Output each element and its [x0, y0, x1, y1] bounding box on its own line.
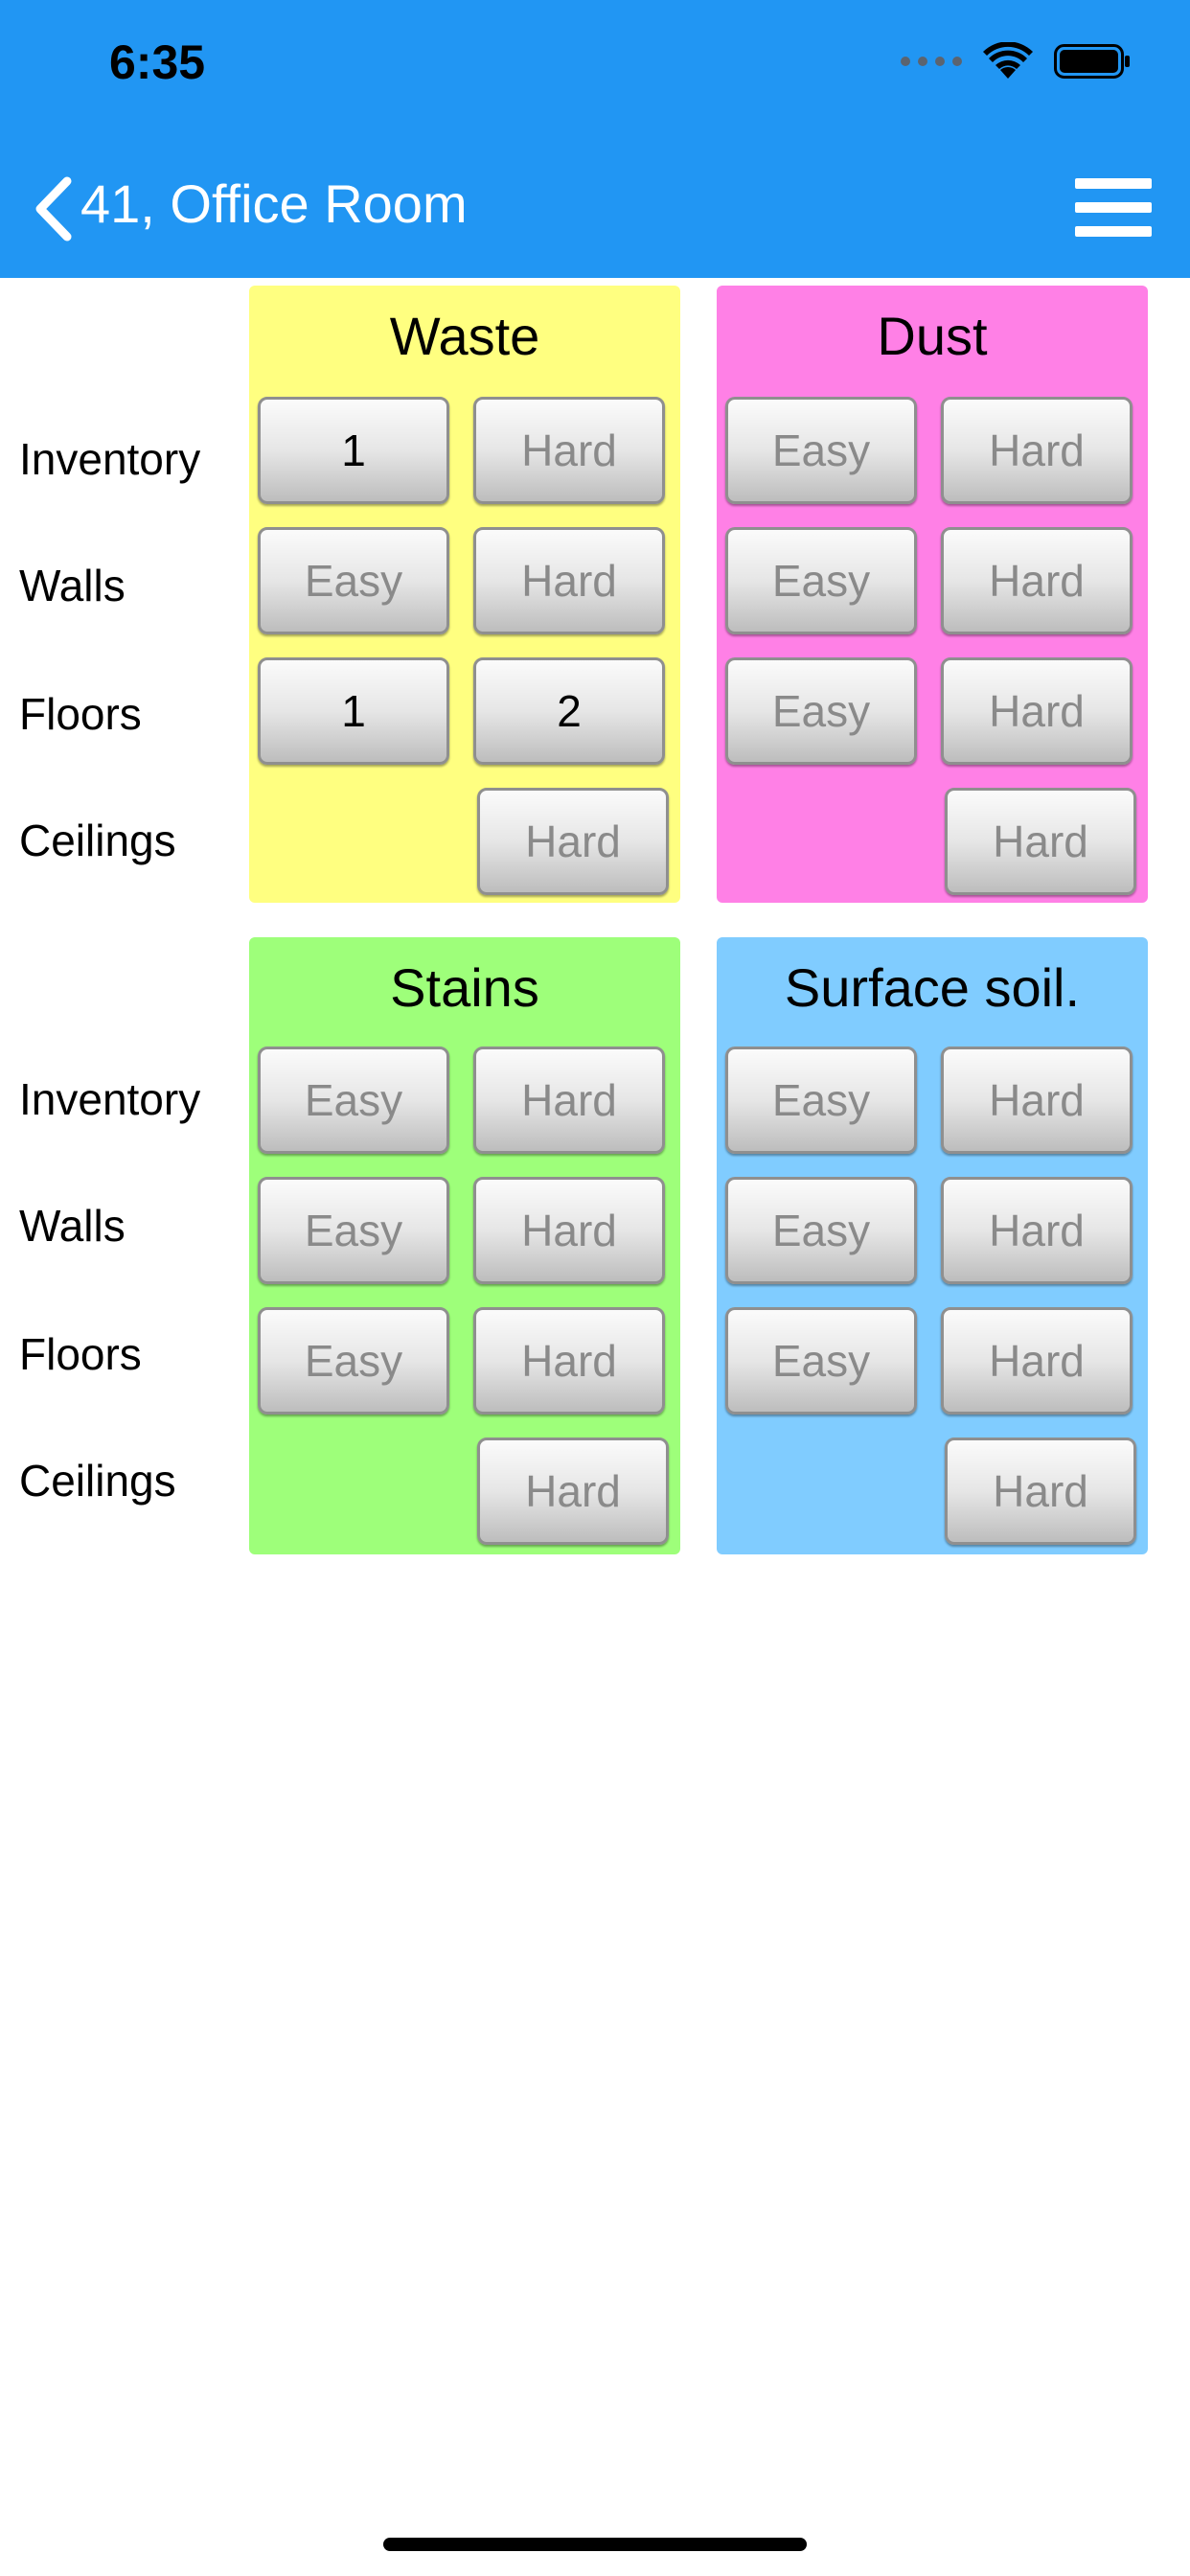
panel-title: Waste — [389, 306, 540, 366]
dust-walls-easy-button[interactable]: Easy — [725, 527, 917, 634]
stains-inventory-easy-button[interactable]: Easy — [258, 1046, 449, 1154]
panel-stains: Stains Easy Hard Easy Hard Easy Hard Har… — [249, 937, 680, 1554]
dust-walls-hard-button[interactable]: Hard — [941, 527, 1133, 634]
app-screen: 6:35 41, Office Room Inventory Walls Flo… — [0, 0, 1190, 2576]
waste-floors-hard-button[interactable]: 2 — [473, 657, 665, 765]
waste-ceilings-hard-button[interactable]: Hard — [477, 788, 669, 895]
stains-inventory-hard-button[interactable]: Hard — [473, 1046, 665, 1154]
panel-dust: Dust Easy Hard Easy Hard Easy Hard Hard — [717, 286, 1148, 903]
dust-floors-hard-button[interactable]: Hard — [941, 657, 1133, 765]
stains-floors-hard-button[interactable]: Hard — [473, 1307, 665, 1414]
dust-floors-easy-button[interactable]: Easy — [725, 657, 917, 765]
surface-soil-floors-hard-button[interactable]: Hard — [941, 1307, 1133, 1414]
surface-soil-inventory-easy-button[interactable]: Easy — [725, 1046, 917, 1154]
battery-icon — [1054, 44, 1130, 79]
panel-waste: Waste 1 Hard Easy Hard 1 2 Hard — [249, 286, 680, 903]
chevron-left-icon — [35, 176, 72, 242]
surface-soil-ceilings-hard-button[interactable]: Hard — [945, 1438, 1136, 1545]
panel-title: Surface soil. — [784, 957, 1081, 1018]
dust-inventory-hard-button[interactable]: Hard — [941, 397, 1133, 504]
surface-soil-walls-hard-button[interactable]: Hard — [941, 1177, 1133, 1284]
menu-button[interactable] — [1075, 178, 1152, 238]
stains-walls-hard-button[interactable]: Hard — [473, 1177, 665, 1284]
panel-title: Dust — [877, 306, 988, 366]
stains-floors-easy-button[interactable]: Easy — [258, 1307, 449, 1414]
panel-surface-soil: Surface soil. Easy Hard Easy Hard Easy H… — [717, 937, 1148, 1554]
waste-inventory-easy-button[interactable]: 1 — [258, 397, 449, 504]
stains-walls-easy-button[interactable]: Easy — [258, 1177, 449, 1284]
stains-ceilings-hard-button[interactable]: Hard — [477, 1438, 669, 1545]
status-time: 6:35 — [109, 35, 206, 89]
home-indicator[interactable] — [383, 2538, 807, 2551]
back-button[interactable] — [25, 171, 82, 247]
row-label-ceilings: Ceilings — [19, 1456, 176, 1506]
page-title: 41, Office Room — [80, 173, 468, 234]
row-label-inventory: Inventory — [19, 434, 201, 484]
surface-soil-walls-easy-button[interactable]: Easy — [725, 1177, 917, 1284]
header-bar: 6:35 41, Office Room — [0, 0, 1190, 278]
hamburger-icon — [1075, 178, 1152, 189]
dust-inventory-easy-button[interactable]: Easy — [725, 397, 917, 504]
dust-ceilings-hard-button[interactable]: Hard — [945, 788, 1136, 895]
waste-inventory-hard-button[interactable]: Hard — [473, 397, 665, 504]
waste-floors-easy-button[interactable]: 1 — [258, 657, 449, 765]
surface-soil-floors-easy-button[interactable]: Easy — [725, 1307, 917, 1414]
row-label-walls: Walls — [19, 561, 126, 610]
surface-soil-inventory-hard-button[interactable]: Hard — [941, 1046, 1133, 1154]
panel-title: Stains — [390, 957, 539, 1018]
wifi-icon — [983, 42, 1033, 79]
row-label-floors: Floors — [19, 1329, 142, 1379]
row-label-inventory: Inventory — [19, 1074, 201, 1124]
signal-icon — [901, 57, 962, 66]
row-label-walls: Walls — [19, 1201, 126, 1251]
row-label-floors: Floors — [19, 689, 142, 739]
waste-walls-hard-button[interactable]: Hard — [473, 527, 665, 634]
waste-walls-easy-button[interactable]: Easy — [258, 527, 449, 634]
status-icons — [901, 42, 1131, 80]
row-label-ceilings: Ceilings — [19, 816, 176, 865]
